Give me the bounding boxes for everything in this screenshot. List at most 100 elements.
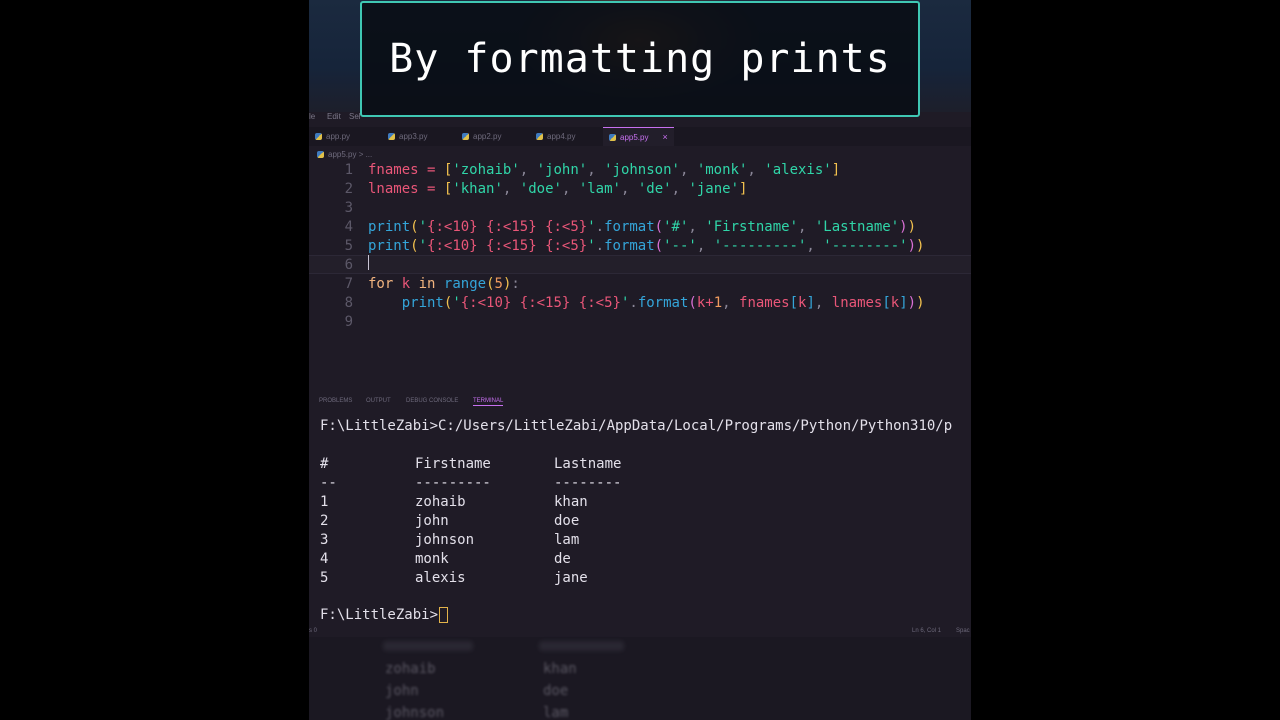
- terminal-prompt: F:\LittleZabi>: [320, 606, 439, 623]
- tab-app[interactable]: app.py: [315, 127, 350, 146]
- status-left[interactable]: s 0: [309, 628, 317, 634]
- tab-output[interactable]: OUTPUT: [366, 398, 391, 404]
- separator-firstname: ---------: [415, 474, 491, 491]
- terminal-command: F:\LittleZabi>C:/Users/LittleZabi/AppDat…: [320, 417, 953, 434]
- breadcrumb: app5.py > ...: [317, 148, 372, 160]
- row-lastname: lam: [554, 531, 580, 548]
- row-firstname: zohaib: [415, 493, 466, 510]
- ghost-text: doe: [543, 683, 569, 699]
- line-number: 1: [344, 161, 353, 178]
- row-lastname: de: [554, 550, 571, 567]
- separator-num: --: [320, 474, 337, 491]
- code-text: lnames = ['khan', 'doe', 'lam', 'de', 'j…: [368, 180, 748, 197]
- ghost-text: zohaib: [385, 661, 436, 677]
- tab-label: app.py: [326, 132, 351, 141]
- python-icon: [536, 133, 543, 140]
- menu-item-selection[interactable]: Sel: [349, 112, 361, 121]
- header-num: #: [320, 455, 329, 472]
- close-icon[interactable]: ×: [662, 132, 667, 142]
- editor-tabs: app.py app3.py app2.py app4.py app5.py ×: [309, 127, 971, 146]
- ghost-text: lam: [543, 705, 569, 720]
- row-firstname: johnson: [415, 531, 475, 548]
- row-firstname: alexis: [415, 569, 466, 586]
- row-num: 4: [320, 550, 329, 567]
- tab-problems[interactable]: PROBLEMS: [319, 398, 352, 404]
- code-text: fnames = ['zohaib', 'john', 'johnson', '…: [368, 161, 841, 178]
- python-icon: [317, 150, 324, 158]
- row-num: 1: [320, 493, 329, 510]
- line-number: 8: [344, 294, 353, 311]
- tab-label: app2.py: [473, 132, 502, 141]
- terminal[interactable]: F:\LittleZabi>C:/Users/LittleZabi/AppDat…: [309, 415, 971, 630]
- code-line: 2 lnames = ['khan', 'doe', 'lam', 'de', …: [309, 179, 971, 198]
- line-number: 3: [344, 199, 353, 216]
- ghost-bar: [539, 641, 624, 651]
- tab-app5[interactable]: app5.py ×: [603, 127, 674, 146]
- terminal-row: 1 zohaib khan: [320, 492, 960, 511]
- ghost-text: khan: [543, 661, 577, 677]
- row-num: 5: [320, 569, 329, 586]
- tab-label: app5.py: [620, 132, 649, 142]
- code-line: 3: [309, 198, 971, 217]
- code-line: 1 fnames = ['zohaib', 'john', 'johnson',…: [309, 160, 971, 179]
- terminal-separator-row: -- --------- --------: [320, 473, 960, 492]
- text-caret: [368, 255, 369, 274]
- tab-label: app3.py: [399, 132, 428, 141]
- code-text: print('{:<10} {:<15} {:<5}'.format('#', …: [368, 218, 917, 235]
- tab-terminal[interactable]: TERMINAL: [473, 398, 504, 406]
- row-lastname: doe: [554, 512, 580, 529]
- tab-app3[interactable]: app3.py: [388, 127, 427, 146]
- terminal-row: 5 alexis jane: [320, 568, 960, 587]
- status-spaces[interactable]: Spac: [956, 628, 970, 634]
- code-line: 8 print('{:<10} {:<15} {:<5}'.format(k+1…: [309, 293, 971, 312]
- code-text: print('{:<10} {:<15} {:<5}'.format(k+1, …: [401, 294, 925, 311]
- ghost-text: john: [385, 683, 419, 699]
- menu-item-edit[interactable]: Edit: [327, 112, 341, 121]
- row-lastname: khan: [554, 493, 588, 510]
- code-line: 9: [309, 312, 971, 331]
- tab-app4[interactable]: app4.py: [536, 127, 575, 146]
- terminal-prompt-line: F:\LittleZabi>: [320, 605, 449, 624]
- title-banner: By formatting prints: [360, 1, 920, 117]
- code-text: print('{:<10} {:<15} {:<5}'.format('--',…: [368, 237, 925, 254]
- row-lastname: jane: [554, 569, 588, 586]
- row-num: 3: [320, 531, 329, 548]
- code-editor[interactable]: 1 fnames = ['zohaib', 'john', 'johnson',…: [309, 160, 971, 340]
- terminal-row: 2 john doe: [320, 511, 960, 530]
- terminal-header-row: # Firstname Lastname: [320, 454, 960, 473]
- line-number: 6: [344, 256, 353, 273]
- code-line: 7 for k in range(5):: [309, 274, 971, 293]
- line-number: 9: [344, 313, 353, 330]
- python-icon: [462, 133, 469, 140]
- terminal-row: 4 monk de: [320, 549, 960, 568]
- terminal-row: 3 johnson lam: [320, 530, 960, 549]
- ghost-bar: [383, 641, 473, 651]
- code-line: 5 print('{:<10} {:<15} {:<5}'.format('--…: [309, 236, 971, 255]
- tab-debug-console[interactable]: DEBUG CONSOLE: [406, 398, 458, 404]
- ghost-text: johnson: [385, 705, 445, 720]
- tab-label: app4.py: [547, 132, 576, 141]
- row-num: 2: [320, 512, 329, 529]
- line-number: 7: [344, 275, 353, 292]
- line-number: 5: [344, 237, 353, 254]
- code-line: 4 print('{:<10} {:<15} {:<5}'.format('#'…: [309, 217, 971, 236]
- python-icon: [388, 133, 395, 140]
- blurred-reflection: zohaib khan john doe johnson lam: [309, 637, 971, 720]
- header-lastname: Lastname: [554, 455, 622, 472]
- header-firstname: Firstname: [415, 455, 491, 472]
- separator-lastname: --------: [554, 474, 622, 491]
- row-firstname: john: [415, 512, 449, 529]
- status-cursor-position[interactable]: Ln 6, Col 1: [912, 628, 941, 634]
- row-firstname: monk: [415, 550, 449, 567]
- python-icon: [315, 133, 322, 140]
- banner-text: By formatting prints: [389, 36, 891, 82]
- status-bar: s 0 Ln 6, Col 1 Spac: [309, 627, 971, 637]
- breadcrumb-text[interactable]: app5.py > ...: [328, 150, 372, 159]
- video-frame: le Edit Sel By formatting prints app.py …: [309, 0, 971, 720]
- code-line-current: 6: [309, 255, 971, 274]
- line-number: 2: [344, 180, 353, 197]
- tab-app2[interactable]: app2.py: [462, 127, 501, 146]
- menu-item-file[interactable]: le: [309, 112, 315, 121]
- python-icon: [609, 133, 616, 141]
- terminal-cursor: [439, 606, 449, 623]
